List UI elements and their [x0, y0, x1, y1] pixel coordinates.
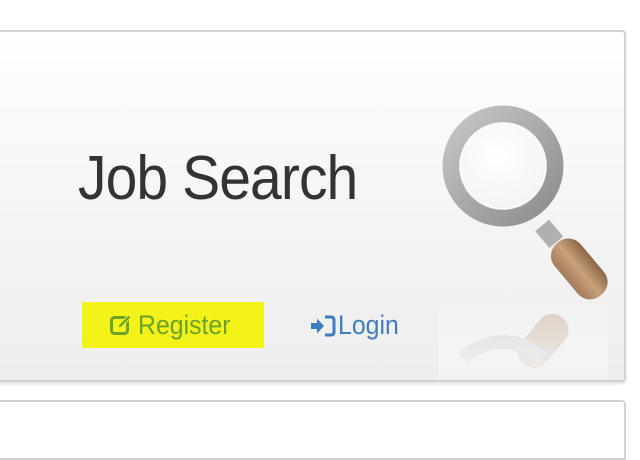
sign-in-icon: [310, 314, 336, 338]
magnifying-glass-icon: [438, 96, 608, 380]
edit-icon: [110, 314, 132, 336]
content-panel: [0, 400, 626, 460]
register-label: Register: [138, 309, 231, 340]
header-panel: Job Search Register Login: [0, 30, 626, 382]
login-label: Login: [338, 310, 399, 340]
top-strip: [0, 0, 640, 30]
login-link[interactable]: Login: [310, 310, 404, 341]
page-title: Job Search: [78, 144, 358, 213]
register-link[interactable]: Register: [82, 302, 264, 348]
